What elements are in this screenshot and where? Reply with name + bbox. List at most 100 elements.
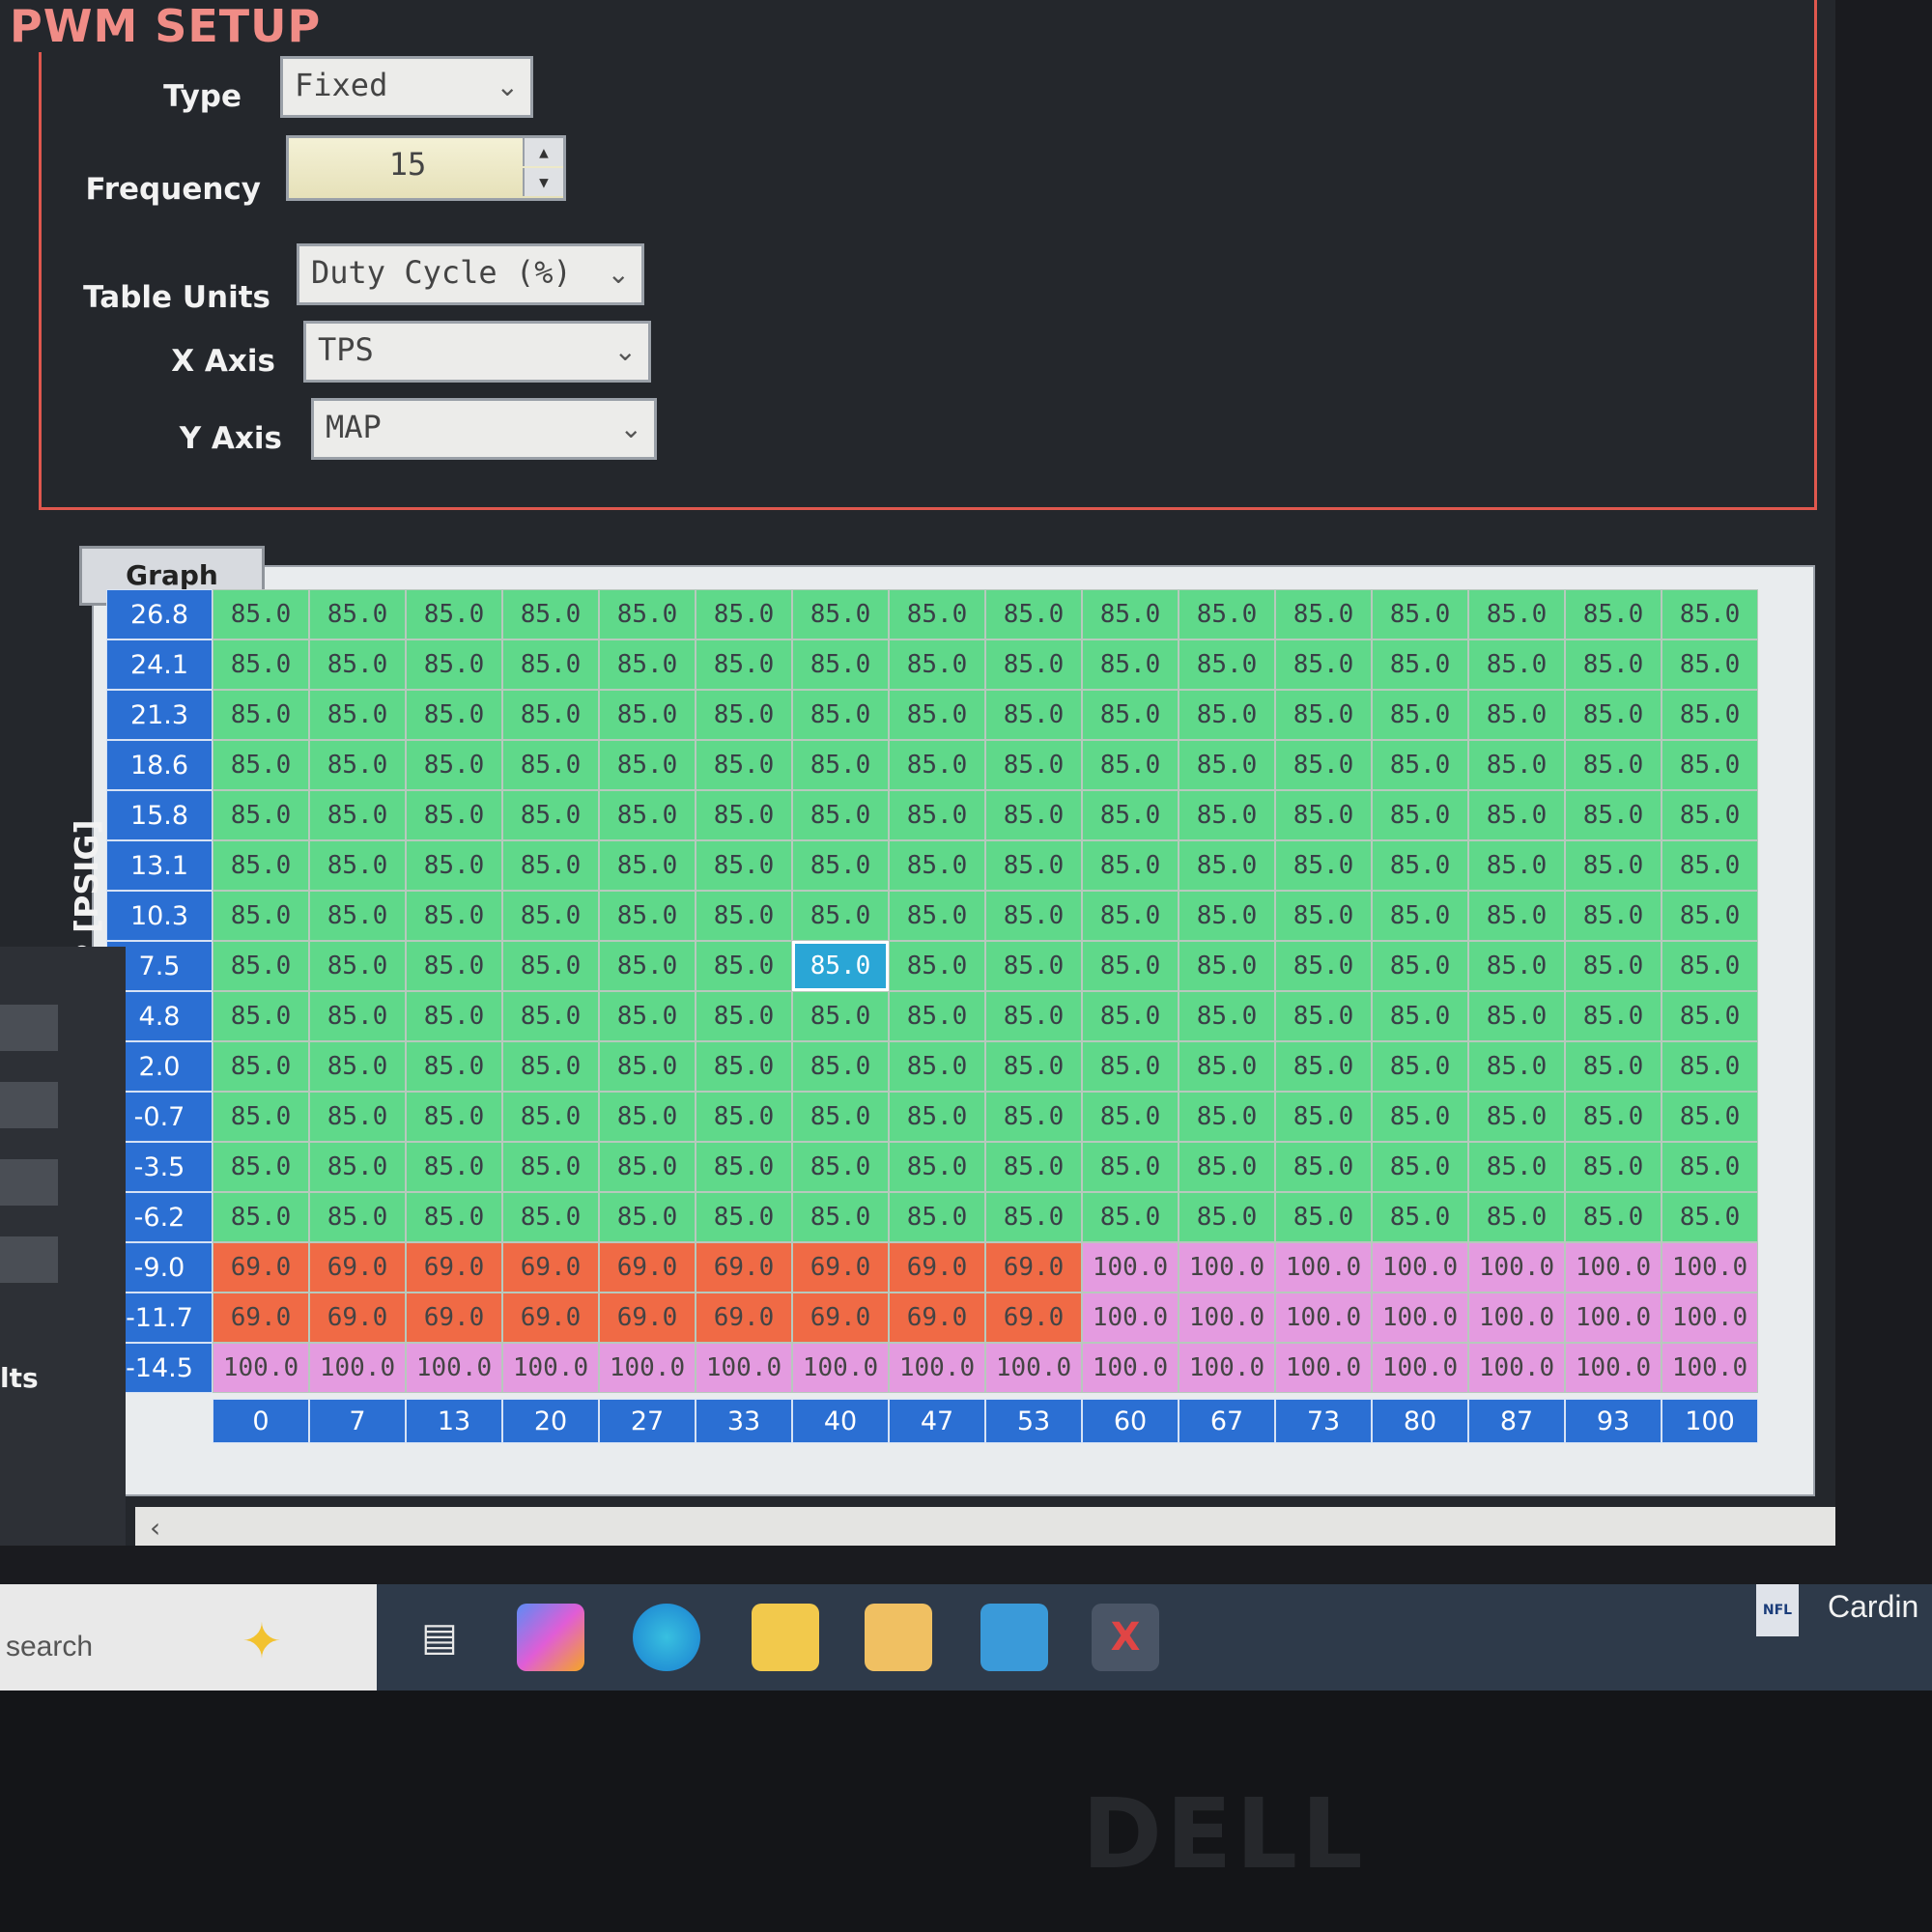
table-cell[interactable]: 69.0 — [889, 1242, 985, 1293]
table-cell[interactable]: 85.0 — [309, 1041, 406, 1092]
x3-app-icon[interactable]: X — [1092, 1604, 1159, 1671]
table-cell[interactable]: 85.0 — [1662, 941, 1758, 991]
table-cell[interactable]: 85.0 — [985, 1142, 1082, 1192]
x-axis-value[interactable]: 93 — [1565, 1399, 1662, 1443]
table-cell[interactable]: 85.0 — [1082, 941, 1179, 991]
table-cell[interactable]: 85.0 — [309, 840, 406, 891]
table-cell[interactable]: 85.0 — [1565, 639, 1662, 690]
scroll-left-icon[interactable]: ‹ — [150, 1512, 160, 1544]
x-axis-value[interactable]: 73 — [1275, 1399, 1372, 1443]
table-cell[interactable]: 85.0 — [1179, 1092, 1275, 1142]
table-cell[interactable]: 85.0 — [213, 840, 309, 891]
x-axis-value[interactable]: 0 — [213, 1399, 309, 1443]
table-cell[interactable]: 85.0 — [1179, 991, 1275, 1041]
table-cell[interactable]: 85.0 — [1275, 589, 1372, 639]
copilot-icon[interactable] — [517, 1604, 584, 1671]
table-cell[interactable]: 69.0 — [502, 1242, 599, 1293]
table-cell[interactable]: 85.0 — [985, 790, 1082, 840]
table-cell[interactable]: 85.0 — [1372, 991, 1468, 1041]
y-axis-select[interactable]: MAP ⌄ — [311, 398, 657, 460]
table-cell[interactable]: 85.0 — [213, 1142, 309, 1192]
table-cell[interactable]: 85.0 — [1565, 589, 1662, 639]
table-cell[interactable]: 85.0 — [1468, 941, 1565, 991]
x-axis-value[interactable]: 100 — [1662, 1399, 1758, 1443]
table-cell[interactable]: 85.0 — [1082, 840, 1179, 891]
x-axis-value[interactable]: 53 — [985, 1399, 1082, 1443]
table-cell[interactable]: 100.0 — [1662, 1293, 1758, 1343]
x-axis-value[interactable]: 20 — [502, 1399, 599, 1443]
table-cell[interactable]: 85.0 — [985, 1092, 1082, 1142]
table-cell[interactable]: 85.0 — [502, 941, 599, 991]
table-cell[interactable]: 85.0 — [985, 690, 1082, 740]
table-cell[interactable]: 85.0 — [889, 1142, 985, 1192]
table-cell[interactable]: 100.0 — [696, 1343, 792, 1393]
table-cell[interactable]: 85.0 — [406, 840, 502, 891]
table-cell[interactable]: 85.0 — [1082, 790, 1179, 840]
table-cell[interactable]: 85.0 — [599, 891, 696, 941]
table-cell[interactable]: 100.0 — [1468, 1343, 1565, 1393]
table-cell[interactable]: 85.0 — [1468, 690, 1565, 740]
table-cell[interactable]: 85.0 — [1179, 1142, 1275, 1192]
y-axis-value[interactable]: 10.3 — [106, 891, 213, 941]
x-axis-value[interactable]: 33 — [696, 1399, 792, 1443]
table-cell[interactable]: 69.0 — [696, 1293, 792, 1343]
spin-down-icon[interactable]: ▼ — [523, 168, 563, 196]
table-cell[interactable]: 85.0 — [599, 790, 696, 840]
table-cell[interactable]: 85.0 — [1082, 1041, 1179, 1092]
table-cell[interactable]: 85.0 — [213, 740, 309, 790]
table-cell[interactable]: 85.0 — [1179, 1192, 1275, 1242]
task-view-icon[interactable]: ▤ — [406, 1604, 473, 1671]
table-cell[interactable]: 85.0 — [309, 941, 406, 991]
table-cell[interactable]: 100.0 — [1662, 1242, 1758, 1293]
table-cell[interactable]: 100.0 — [1565, 1293, 1662, 1343]
table-cell[interactable]: 85.0 — [1468, 790, 1565, 840]
table-cell[interactable]: 100.0 — [406, 1343, 502, 1393]
table-cell[interactable]: 69.0 — [696, 1242, 792, 1293]
table-cell[interactable]: 85.0 — [1468, 1192, 1565, 1242]
table-cell[interactable]: 85.0 — [1662, 1041, 1758, 1092]
table-cell[interactable]: 85.0 — [985, 941, 1082, 991]
table-cell[interactable]: 85.0 — [309, 690, 406, 740]
table-cell[interactable]: 85.0 — [696, 891, 792, 941]
table-cell[interactable]: 85.0 — [1565, 1041, 1662, 1092]
table-cell[interactable]: 69.0 — [406, 1293, 502, 1343]
table-cell[interactable]: 85.0 — [1468, 991, 1565, 1041]
table-cell[interactable]: 85.0 — [599, 1192, 696, 1242]
table-cell[interactable]: 85.0 — [1275, 941, 1372, 991]
table-cell[interactable]: 85.0 — [406, 1192, 502, 1242]
table-cell[interactable]: 85.0 — [696, 991, 792, 1041]
x-axis-select[interactable]: TPS ⌄ — [303, 321, 651, 383]
table-cell[interactable]: 100.0 — [1468, 1242, 1565, 1293]
table-cell[interactable]: 85.0 — [889, 891, 985, 941]
table-cell[interactable]: 85.0 — [309, 1092, 406, 1142]
table-cell[interactable]: 85.0 — [406, 589, 502, 639]
table-cell[interactable]: 85.0 — [502, 840, 599, 891]
table-cell[interactable]: 85.0 — [309, 740, 406, 790]
table-cell[interactable]: 85.0 — [1372, 891, 1468, 941]
table-cell[interactable]: 85.0 — [889, 991, 985, 1041]
table-cell[interactable]: 85.0 — [599, 941, 696, 991]
table-cell[interactable]: 85.0 — [985, 639, 1082, 690]
table-cell[interactable]: 85.0 — [1275, 740, 1372, 790]
type-select[interactable]: Fixed ⌄ — [280, 56, 533, 118]
y-axis-value[interactable]: 15.8 — [106, 790, 213, 840]
table-cell[interactable]: 85.0 — [1082, 639, 1179, 690]
table-cell[interactable]: 85.0 — [502, 639, 599, 690]
table-cell[interactable]: 85.0 — [1468, 1142, 1565, 1192]
table-cell[interactable]: 85.0 — [1372, 790, 1468, 840]
frequency-stepper[interactable]: 15 ▲ ▼ — [286, 135, 566, 201]
table-cell[interactable]: 85.0 — [1565, 1092, 1662, 1142]
table-cell[interactable]: 85.0 — [406, 991, 502, 1041]
table-cell[interactable]: 85.0 — [696, 740, 792, 790]
table-cell[interactable]: 85.0 — [213, 941, 309, 991]
table-cell[interactable]: 85.0 — [213, 790, 309, 840]
table-cell[interactable]: 85.0 — [1468, 639, 1565, 690]
table-cell[interactable]: 85.0 — [889, 840, 985, 891]
table-cell[interactable]: 85.0 — [213, 1192, 309, 1242]
table-cell[interactable]: 85.0 — [1372, 690, 1468, 740]
table-cell[interactable]: 85.0 — [1565, 690, 1662, 740]
table-cell[interactable]: 85.0 — [406, 891, 502, 941]
table-cell[interactable]: 85.0 — [599, 1041, 696, 1092]
table-cell[interactable]: 85.0 — [406, 790, 502, 840]
table-cell[interactable]: 85.0 — [1372, 1092, 1468, 1142]
